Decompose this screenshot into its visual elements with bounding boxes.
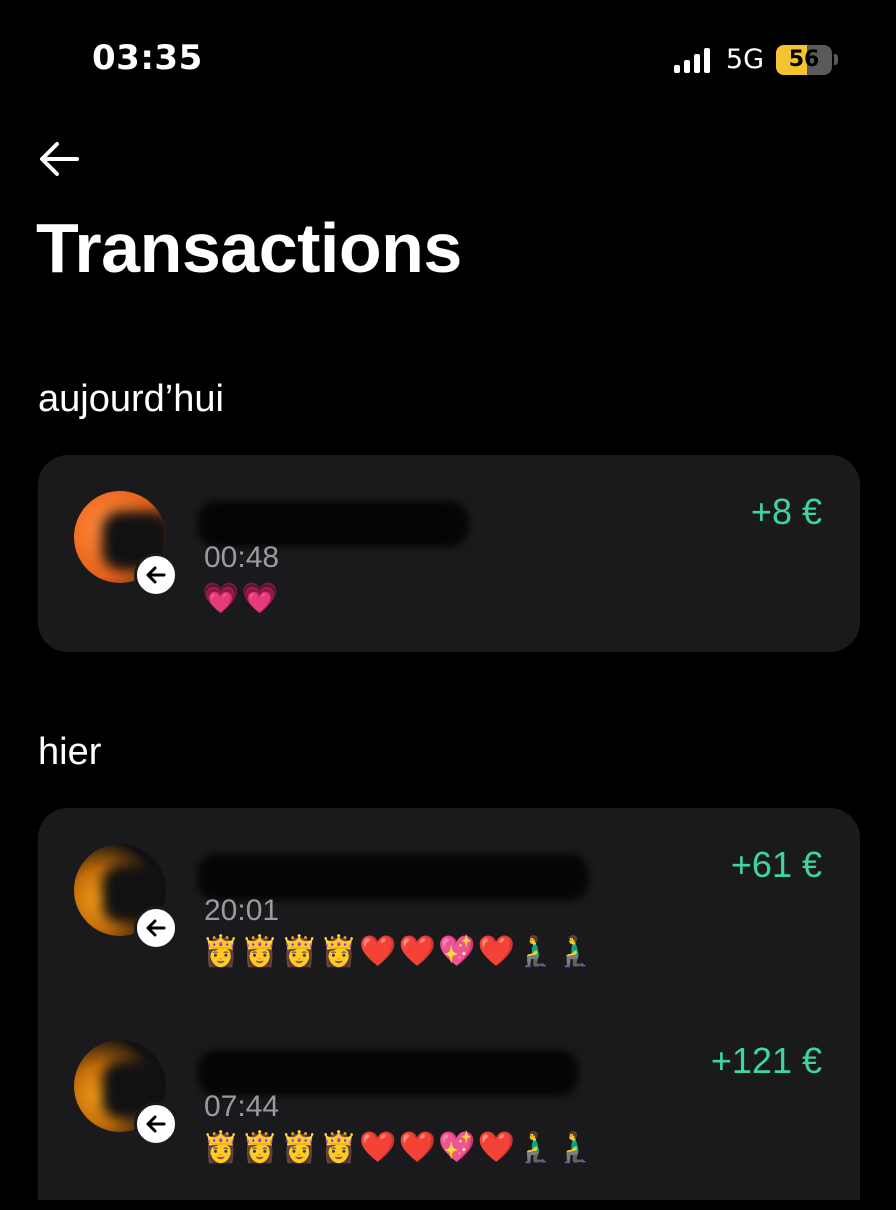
transactions-card-yesterday: 20:01 👸👸👸👸❤️❤️💖❤️🧎‍♂️🧎‍♂️ +61 € 07:44 👸👸… [38,808,860,1200]
transaction-note: 👸👸👸👸❤️❤️💖❤️🧎‍♂️🧎‍♂️ [202,934,596,969]
transaction-time: 07:44 [204,1090,280,1123]
cellular-signal-icon [673,47,710,73]
battery-level: 56 [788,47,820,72]
incoming-badge [134,906,178,950]
arrow-left-icon [40,142,79,176]
section-heading-today: aujourd’hui [38,378,224,420]
status-bar: 03:35 5G 56 [0,0,896,120]
transaction-amount: +121 € [710,1040,822,1081]
transaction-row[interactable]: 07:44 👸👸👸👸❤️❤️💖❤️🧎‍♂️🧎‍♂️ +121 € [38,1040,860,1210]
arrow-left-icon [146,919,166,937]
network-type: 5G [725,44,764,75]
battery-icon: 56 [776,44,832,75]
transaction-row[interactable]: 20:01 👸👸👸👸❤️❤️💖❤️🧎‍♂️🧎‍♂️ +61 € [38,844,860,1014]
transaction-time: 20:01 [204,894,280,927]
transactions-card-today: 00:48 💗💗 +8 € [38,455,860,652]
back-button[interactable] [34,136,84,182]
transaction-time: 00:48 [204,541,280,574]
incoming-badge [134,553,178,597]
transaction-amount: +8 € [750,491,822,532]
transaction-amount: +61 € [730,844,822,885]
transaction-row[interactable]: 00:48 💗💗 +8 € [38,491,860,661]
status-indicators: 5G 56 [673,44,838,75]
battery-cap [834,54,838,65]
transaction-note: 💗💗 [202,581,281,616]
status-time: 03:35 [92,38,203,78]
arrow-left-icon [146,566,166,584]
incoming-badge [134,1102,178,1146]
section-heading-yesterday: hier [38,731,102,773]
transaction-note: 👸👸👸👸❤️❤️💖❤️🧎‍♂️🧎‍♂️ [202,1130,596,1165]
arrow-left-icon [146,1115,166,1133]
page-title: Transactions [36,209,462,287]
